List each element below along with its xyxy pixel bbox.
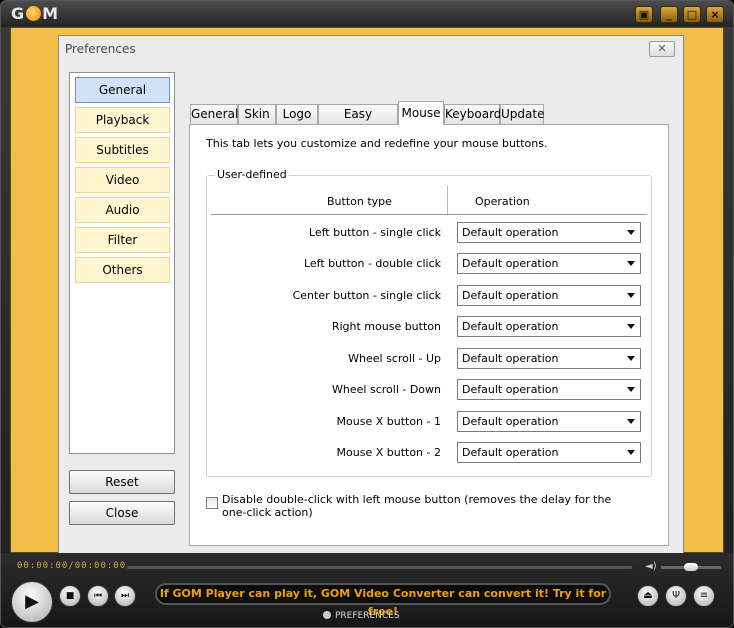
tab-general[interactable]: General: [190, 104, 238, 124]
dropdown-arrow-icon: [627, 387, 635, 392]
dropdown-arrow-icon: [627, 419, 635, 424]
dropdown-arrow-icon: [627, 261, 635, 266]
select-value: Default operation: [462, 320, 559, 333]
playlist-button[interactable]: ≡: [693, 585, 715, 607]
operation-select-wheel-down[interactable]: Default operation: [457, 379, 641, 400]
operation-select-right[interactable]: Default operation: [457, 316, 641, 337]
row-label: Wheel scroll - Up: [348, 352, 441, 365]
select-value: Default operation: [462, 257, 559, 270]
status-text: PREFERENCES: [335, 611, 400, 621]
status-dot-icon: [323, 611, 331, 619]
nav-item-audio[interactable]: Audio: [75, 197, 170, 223]
category-list: General Playback Subtitles Video Audio F…: [69, 72, 175, 454]
operation-select-wheel-up[interactable]: Default operation: [457, 348, 641, 369]
dropdown-arrow-icon: [627, 293, 635, 298]
dropdown-arrow-icon: [627, 324, 635, 329]
title-bar: GM ▣ _ □ ×: [1, 1, 733, 27]
group-title: User-defined: [215, 168, 289, 181]
select-value: Default operation: [462, 352, 559, 365]
operation-select-left-single[interactable]: Default operation: [457, 222, 641, 243]
nav-item-general[interactable]: General: [75, 77, 170, 103]
disable-double-click-label: Disable double-click with left mouse but…: [222, 493, 612, 519]
stop-button[interactable]: ■: [59, 585, 81, 607]
previous-button[interactable]: ⏮: [87, 585, 109, 607]
control-bar: 00:00:00/00:00:00 ◄) ▶ ■ ⏮ ⏭ If GOM Play…: [1, 553, 733, 627]
row-label: Left button - single click: [308, 226, 441, 239]
row-label: Mouse X button - 1: [336, 415, 441, 428]
row-label: Center button - single click: [292, 289, 441, 302]
time-display: 00:00:00/00:00:00: [17, 561, 127, 571]
tab-skin[interactable]: Skin: [238, 104, 276, 124]
dropdown-arrow-icon: [627, 356, 635, 361]
play-button[interactable]: ▶: [11, 581, 53, 623]
operation-select-xbutton-2[interactable]: Default operation: [457, 442, 641, 463]
dialog-close-icon[interactable]: ✕: [649, 41, 675, 57]
select-value: Default operation: [462, 383, 559, 396]
row-label: Wheel scroll - Down: [332, 383, 441, 396]
row-label: Right mouse button: [331, 320, 441, 333]
intro-text: This tab lets you customize and redefine…: [206, 137, 548, 150]
nav-item-others[interactable]: Others: [75, 257, 170, 283]
operation-select-center-single[interactable]: Default operation: [457, 285, 641, 306]
gom-logo: GM: [11, 4, 60, 23]
operation-select-xbutton-1[interactable]: Default operation: [457, 411, 641, 432]
close-dialog-button[interactable]: Close: [69, 501, 175, 525]
gom-player-window: GM ▣ _ □ × Preferences ✕ General Playbac…: [0, 0, 734, 628]
volume-slider-knob[interactable]: [684, 563, 698, 571]
nav-item-subtitles[interactable]: Subtitles: [75, 137, 170, 163]
operation-select-left-double[interactable]: Default operation: [457, 253, 641, 274]
speaker-icon[interactable]: ◄): [645, 561, 657, 572]
user-defined-group: User-defined Button type Operation Left …: [206, 168, 652, 477]
mouse-tab-panel: This tab lets you customize and redefine…: [189, 124, 669, 546]
tab-keyboard[interactable]: Keyboard: [444, 104, 501, 124]
select-value: Default operation: [462, 415, 559, 428]
minimize-button[interactable]: _: [660, 6, 678, 23]
close-button[interactable]: ×: [706, 6, 724, 23]
column-header-operation: Operation: [475, 195, 530, 208]
seek-bar[interactable]: [127, 566, 632, 569]
column-header-button-type: Button type: [327, 195, 392, 208]
maximize-button[interactable]: □: [683, 6, 701, 23]
dropdown-arrow-icon: [627, 230, 635, 235]
tab-update[interactable]: Update: [500, 104, 544, 124]
row-label: Left button - double click: [303, 257, 441, 270]
nav-item-video[interactable]: Video: [75, 167, 170, 193]
column-divider: [447, 186, 448, 214]
nav-item-playback[interactable]: Playback: [75, 107, 170, 133]
preferences-dialog: Preferences ✕ General Playback Subtitles…: [58, 35, 684, 557]
skin-icon[interactable]: ▣: [635, 6, 653, 23]
select-value: Default operation: [462, 226, 559, 239]
eject-button[interactable]: ⏏: [637, 585, 659, 607]
status-preferences: PREFERENCES: [323, 611, 400, 621]
dialog-title: Preferences: [65, 42, 136, 56]
tab-mouse[interactable]: Mouse: [398, 101, 444, 125]
nav-item-filter[interactable]: Filter: [75, 227, 170, 253]
tab-easy-browser[interactable]: Easy Browser: [318, 104, 398, 139]
control-panel-button[interactable]: Ψ: [665, 585, 687, 607]
next-button[interactable]: ⏭: [114, 585, 136, 607]
select-value: Default operation: [462, 446, 559, 459]
dropdown-arrow-icon: [627, 450, 635, 455]
disable-double-click-checkbox[interactable]: [206, 497, 218, 509]
tab-logo[interactable]: Logo: [276, 104, 318, 124]
header-divider: [211, 214, 647, 215]
promo-ticker[interactable]: If GOM Player can play it, GOM Video Con…: [155, 583, 611, 618]
select-value: Default operation: [462, 289, 559, 302]
reset-button[interactable]: Reset: [69, 470, 175, 494]
row-label: Mouse X button - 2: [336, 446, 441, 459]
